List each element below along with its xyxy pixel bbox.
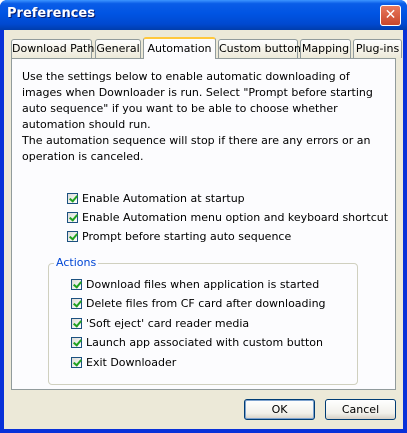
enable-automation-menu-checkbox[interactable]: Enable Automation menu option and keyboa… — [67, 211, 388, 224]
checkbox-checked-icon — [71, 279, 82, 290]
dialog-body: Download Path General Automation Custom … — [4, 30, 403, 429]
checkbox-label: Prompt before starting auto sequence — [82, 230, 292, 243]
tab-automation[interactable]: Automation — [143, 37, 216, 59]
checkbox-label: Download files when application is start… — [86, 278, 320, 291]
checkbox-checked-icon — [71, 298, 82, 309]
download-on-start-checkbox[interactable]: Download files when application is start… — [71, 278, 319, 291]
title-bar[interactable]: Preferences ✕ — [0, 0, 407, 30]
preferences-window: Preferences ✕ Download Path General Auto… — [0, 0, 407, 433]
checkbox-label: Enable Automation menu option and keyboa… — [82, 211, 389, 224]
checkbox-checked-icon — [71, 357, 82, 368]
checkbox-checked-icon — [67, 193, 78, 204]
checkbox-label: 'Soft eject' card reader media — [86, 317, 250, 330]
tab-plug-ins[interactable]: Plug-ins — [353, 39, 402, 58]
checkbox-label: Launch app associated with custom button — [86, 336, 323, 349]
checkbox-checked-icon — [71, 337, 82, 348]
checkbox-checked-icon — [67, 231, 78, 242]
checkbox-checked-icon — [71, 318, 82, 329]
tab-download-path[interactable]: Download Path — [11, 39, 94, 58]
exit-downloader-checkbox[interactable]: Exit Downloader — [71, 356, 176, 369]
tab-general[interactable]: General — [95, 39, 141, 58]
soft-eject-checkbox[interactable]: 'Soft eject' card reader media — [71, 317, 249, 330]
description-text: Use the settings below to enable automat… — [22, 70, 373, 131]
tab-mapping[interactable]: Mapping — [300, 39, 351, 58]
actions-legend: Actions — [54, 256, 99, 269]
close-icon: ✕ — [384, 7, 397, 23]
enable-automation-startup-checkbox[interactable]: Enable Automation at startup — [67, 192, 245, 205]
checkbox-label: Enable Automation at startup — [82, 192, 245, 205]
description: Use the settings below to enable automat… — [22, 69, 387, 165]
tab-custom-button[interactable]: Custom button — [218, 39, 301, 58]
prompt-before-auto-checkbox[interactable]: Prompt before starting auto sequence — [67, 230, 291, 243]
checkbox-checked-icon — [67, 212, 78, 223]
close-button[interactable]: ✕ — [380, 5, 401, 26]
launch-custom-app-checkbox[interactable]: Launch app associated with custom button — [71, 336, 323, 349]
window-title: Preferences — [7, 6, 95, 21]
description-note: The automation sequence will stop if the… — [22, 134, 371, 163]
automation-panel: Use the settings below to enable automat… — [11, 58, 396, 390]
cancel-button[interactable]: Cancel — [325, 399, 396, 420]
delete-from-cf-checkbox[interactable]: Delete files from CF card after download… — [71, 297, 326, 310]
checkbox-label: Exit Downloader — [86, 356, 177, 369]
checkbox-label: Delete files from CF card after download… — [86, 297, 326, 310]
ok-button[interactable]: OK — [244, 399, 315, 420]
